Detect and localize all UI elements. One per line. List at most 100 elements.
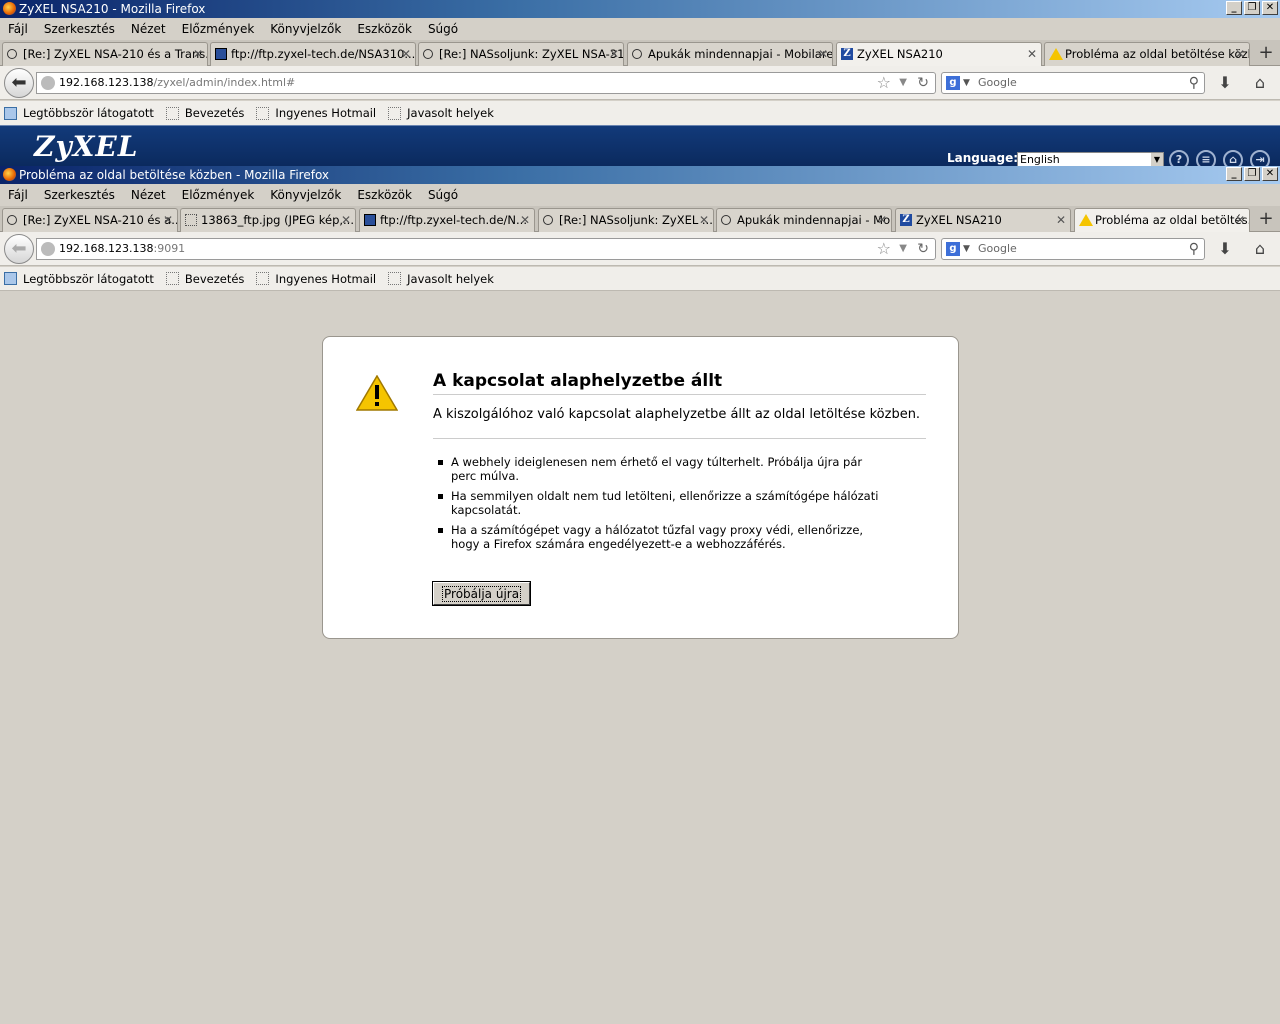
maximize-button[interactable]: ❐ — [1244, 167, 1260, 181]
google-icon[interactable]: g — [946, 242, 960, 256]
minimize-button[interactable]: _ — [1226, 1, 1242, 15]
close-tab-icon[interactable]: ✕ — [818, 43, 828, 65]
minimize-button[interactable]: _ — [1226, 167, 1242, 181]
tab[interactable]: Apukák mindennapjai - Mobilare... ✕ — [627, 42, 833, 66]
back-button[interactable]: ⬅ — [4, 234, 34, 264]
close-tab-icon[interactable]: ✕ — [1235, 43, 1245, 65]
bookmark-suggested[interactable]: Javasolt helyek — [388, 272, 494, 286]
download-icon[interactable]: ⬇ — [1215, 73, 1235, 93]
close-tab-icon[interactable]: ✕ — [341, 209, 351, 231]
tab-active[interactable]: Z ZyXEL NSA210 ✕ — [836, 42, 1042, 67]
search-bar[interactable]: g ▼ Google ⚲ — [941, 72, 1205, 94]
close-tab-icon[interactable]: ✕ — [609, 43, 619, 65]
bubble-icon — [543, 215, 553, 225]
window-controls: _ ❐ ✕ — [1226, 1, 1278, 15]
tab[interactable]: Probléma az oldal betöltése közb... ✕ — [1044, 42, 1250, 66]
close-tab-icon[interactable]: ✕ — [699, 209, 709, 231]
bookmark-star-icon[interactable]: ☆ — [877, 239, 891, 259]
search-icon[interactable]: ⚲ — [1189, 239, 1199, 259]
bookmark-most-visited[interactable]: Legtöbbször látogatott — [4, 106, 154, 120]
tab[interactable]: Z ZyXEL NSA210 ✕ — [895, 208, 1071, 232]
navigation-bar: ⬅ 192.168.123.138:9091 ☆ ▼ ↻ g ▼ Google … — [0, 232, 1280, 266]
bookmark-intro[interactable]: Bevezetés — [165, 272, 244, 286]
search-engine-dropdown-icon[interactable]: ▼ — [963, 73, 970, 93]
tab[interactable]: [Re:] NASsoljunk: ZyXEL ... ✕ — [538, 208, 714, 232]
tab[interactable]: [Re:] NASsoljunk: ZyXEL NSA-31... ✕ — [418, 42, 624, 66]
menu-file[interactable]: Fájl — [8, 22, 28, 36]
zyxel-icon: Z — [900, 214, 912, 226]
home-icon[interactable]: ⌂ — [1250, 73, 1270, 93]
menu-edit[interactable]: Szerkesztés — [44, 188, 115, 202]
menu-tools[interactable]: Eszközök — [357, 22, 412, 36]
bookmark-intro[interactable]: Bevezetés — [165, 106, 244, 120]
url-dropdown-icon[interactable]: ▼ — [899, 73, 907, 93]
menu-view[interactable]: Nézet — [131, 22, 166, 36]
window-title: ZyXEL NSA210 - Mozilla Firefox — [19, 2, 206, 16]
menu-view[interactable]: Nézet — [131, 188, 166, 202]
firefox-icon — [3, 2, 16, 15]
tab[interactable]: ftp://ftp.zyxel-tech.de/N... ✕ — [359, 208, 535, 232]
back-button[interactable]: ⬅ — [4, 68, 34, 98]
language-select[interactable]: English ▼ — [1017, 152, 1164, 167]
bookmark-star-icon[interactable]: ☆ — [877, 73, 891, 93]
close-tab-icon[interactable]: ✕ — [1235, 209, 1245, 231]
menu-file[interactable]: Fájl — [8, 188, 28, 202]
maximize-button[interactable]: ❐ — [1244, 1, 1260, 15]
tab[interactable]: Apukák mindennapjai - Mo... ✕ — [716, 208, 892, 232]
back-window-titlebar[interactable]: ZyXEL NSA210 - Mozilla Firefox _ ❐ ✕ — [0, 0, 1280, 18]
menu-history[interactable]: Előzmények — [182, 188, 255, 202]
menu-bookmarks[interactable]: Könyvjelzők — [270, 188, 341, 202]
home-icon[interactable]: ⌂ — [1250, 239, 1270, 259]
url-bar[interactable]: 192.168.123.138:9091 ☆ ▼ ↻ — [36, 238, 936, 260]
image-icon — [185, 214, 197, 226]
close-tab-icon[interactable]: ✕ — [877, 209, 887, 231]
menu-tools[interactable]: Eszközök — [357, 188, 412, 202]
firefox-icon — [3, 168, 16, 181]
menu-bar: Fájl Szerkesztés Nézet Előzmények Könyvj… — [0, 18, 1280, 40]
reload-icon[interactable]: ↻ — [917, 239, 929, 259]
zyxel-header: ZyXEL Language: English ▼ ? ≡ ⌂ ⇥ — [0, 125, 1280, 170]
tab[interactable]: ftp://ftp.zyxel-tech.de/NSA310... ✕ — [210, 42, 416, 66]
new-tab-button[interactable]: + — [1254, 43, 1278, 64]
search-bar[interactable]: g ▼ Google ⚲ — [941, 238, 1205, 260]
tab[interactable]: [Re:] ZyXEL NSA-210 és a... ✕ — [2, 208, 178, 232]
close-tab-icon[interactable]: ✕ — [1027, 43, 1037, 65]
google-icon[interactable]: g — [946, 76, 960, 90]
page-content: A kapcsolat alaphelyzetbe állt A kiszolg… — [0, 292, 1280, 1024]
menu-help[interactable]: Súgó — [428, 22, 458, 36]
url-dropdown-icon[interactable]: ▼ — [899, 239, 907, 259]
reload-icon[interactable]: ↻ — [917, 73, 929, 93]
retry-button[interactable]: Próbálja újra — [433, 582, 531, 605]
tab[interactable]: 13863_ftp.jpg (JPEG kép,... ✕ — [180, 208, 356, 232]
list-item: A webhely ideiglenesen nem érhető el vag… — [433, 455, 883, 483]
search-placeholder: Google — [978, 242, 1017, 255]
url-bar[interactable]: 192.168.123.138/zyxel/admin/index.html# … — [36, 72, 936, 94]
bookmark-hotmail[interactable]: Ingyenes Hotmail — [256, 272, 376, 286]
tab[interactable]: [Re:] ZyXEL NSA-210 és a Trans... ✕ — [2, 42, 208, 66]
search-placeholder: Google — [978, 76, 1017, 89]
search-engine-dropdown-icon[interactable]: ▼ — [963, 239, 970, 259]
new-tab-button[interactable]: + — [1254, 209, 1278, 230]
close-tab-icon[interactable]: ✕ — [163, 209, 173, 231]
close-button[interactable]: ✕ — [1262, 167, 1278, 181]
menu-edit[interactable]: Szerkesztés — [44, 22, 115, 36]
zyxel-icon: Z — [841, 48, 853, 60]
bookmark-suggested[interactable]: Javasolt helyek — [388, 106, 494, 120]
list-item: Ha a számítógépet vagy a hálózatot tűzfa… — [433, 523, 883, 551]
close-tab-icon[interactable]: ✕ — [1056, 209, 1066, 231]
bookmark-most-visited[interactable]: Legtöbbször látogatott — [4, 272, 154, 286]
bubble-icon — [423, 49, 433, 59]
close-tab-icon[interactable]: ✕ — [520, 209, 530, 231]
search-icon[interactable]: ⚲ — [1189, 73, 1199, 93]
close-tab-icon[interactable]: ✕ — [401, 43, 411, 65]
close-button[interactable]: ✕ — [1262, 1, 1278, 15]
window-title: Probléma az oldal betöltése közben - Moz… — [19, 168, 330, 182]
menu-history[interactable]: Előzmények — [182, 22, 255, 36]
bookmark-hotmail[interactable]: Ingyenes Hotmail — [256, 106, 376, 120]
tab-active[interactable]: Probléma az oldal betöltés... ✕ — [1074, 208, 1250, 233]
close-tab-icon[interactable]: ✕ — [193, 43, 203, 65]
menu-help[interactable]: Súgó — [428, 188, 458, 202]
front-window-titlebar[interactable]: Probléma az oldal betöltése közben - Moz… — [0, 166, 1280, 184]
download-icon[interactable]: ⬇ — [1215, 239, 1235, 259]
menu-bookmarks[interactable]: Könyvjelzők — [270, 22, 341, 36]
